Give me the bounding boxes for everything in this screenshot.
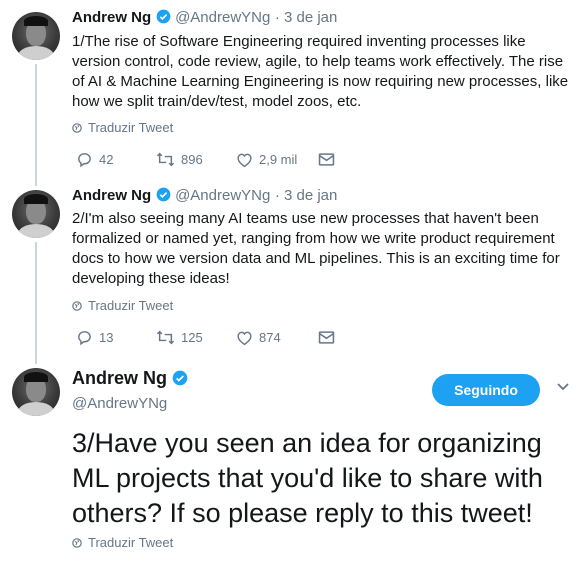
translate-link[interactable]: Traduzir Tweet bbox=[72, 298, 173, 313]
translate-label: Traduzir Tweet bbox=[88, 298, 174, 313]
direct-message-icon bbox=[318, 331, 335, 344]
tweet-date[interactable]: · 3 de jan bbox=[275, 187, 338, 204]
thread-line-2 bbox=[35, 242, 37, 364]
globe-icon bbox=[72, 537, 82, 548]
like-count: 874 bbox=[259, 330, 281, 345]
tweet-header: Andrew Ng @AndrewYNg · 3 de jan bbox=[72, 187, 337, 205]
tweet-header: Andrew Ng @AndrewYNg · 3 de jan bbox=[72, 9, 337, 27]
translate-label: Traduzir Tweet bbox=[88, 120, 174, 135]
author-name[interactable]: Andrew Ng bbox=[72, 187, 151, 204]
reply-count: 42 bbox=[99, 152, 114, 167]
avatar[interactable] bbox=[12, 368, 60, 416]
retweet-icon bbox=[156, 152, 175, 167]
verified-badge-icon bbox=[172, 370, 188, 386]
retweet-button[interactable]: 896 bbox=[156, 151, 236, 168]
author-name[interactable]: Andrew Ng bbox=[72, 368, 167, 388]
tweet-text: 3/Have you seen an idea for organizing M… bbox=[72, 428, 543, 528]
author-handle[interactable]: @AndrewYNg bbox=[175, 9, 270, 26]
tweet-actions: 13 125 874 bbox=[76, 329, 335, 346]
like-icon bbox=[237, 331, 252, 345]
globe-icon bbox=[72, 300, 82, 311]
translate-link[interactable]: Traduzir Tweet bbox=[72, 535, 173, 550]
verified-badge-icon bbox=[156, 9, 170, 24]
tweet-text: 1/The rise of Software Engineering requi… bbox=[72, 33, 569, 110]
direct-message-button[interactable] bbox=[318, 330, 335, 345]
thread-line-1 bbox=[35, 64, 37, 186]
author-handle[interactable]: @AndrewYNg bbox=[72, 395, 167, 412]
reply-icon bbox=[78, 153, 91, 168]
retweet-count: 125 bbox=[181, 330, 203, 345]
tweet-header: Andrew Ng bbox=[72, 368, 188, 389]
avatar[interactable] bbox=[12, 12, 60, 60]
translate-link[interactable]: Traduzir Tweet bbox=[72, 120, 173, 135]
reply-count: 13 bbox=[99, 330, 114, 345]
verified-badge-icon bbox=[156, 187, 170, 202]
following-button[interactable]: Seguindo bbox=[432, 374, 540, 406]
like-button[interactable]: 2,9 mil bbox=[236, 152, 318, 168]
tweet-actions: 42 896 2,9 mil bbox=[76, 151, 335, 168]
retweet-button[interactable]: 125 bbox=[156, 329, 236, 346]
retweet-icon bbox=[156, 330, 175, 345]
reply-icon bbox=[78, 331, 91, 346]
author-handle[interactable]: @AndrewYNg bbox=[175, 187, 270, 204]
reply-button[interactable]: 13 bbox=[76, 329, 156, 346]
like-count: 2,9 mil bbox=[259, 152, 298, 167]
like-icon bbox=[237, 153, 252, 167]
like-button[interactable]: 874 bbox=[236, 330, 318, 346]
direct-message-button[interactable] bbox=[318, 152, 335, 167]
retweet-count: 896 bbox=[181, 152, 203, 167]
chevron-down-icon[interactable] bbox=[556, 382, 570, 392]
author-name[interactable]: Andrew Ng bbox=[72, 9, 151, 26]
direct-message-icon bbox=[318, 153, 335, 166]
tweet-text: 2/I'm also seeing many AI teams use new … bbox=[72, 210, 560, 287]
translate-label: Traduzir Tweet bbox=[88, 535, 174, 550]
tweet-date[interactable]: · 3 de jan bbox=[275, 9, 338, 26]
reply-button[interactable]: 42 bbox=[76, 151, 156, 168]
globe-icon bbox=[72, 122, 82, 133]
avatar[interactable] bbox=[12, 190, 60, 238]
